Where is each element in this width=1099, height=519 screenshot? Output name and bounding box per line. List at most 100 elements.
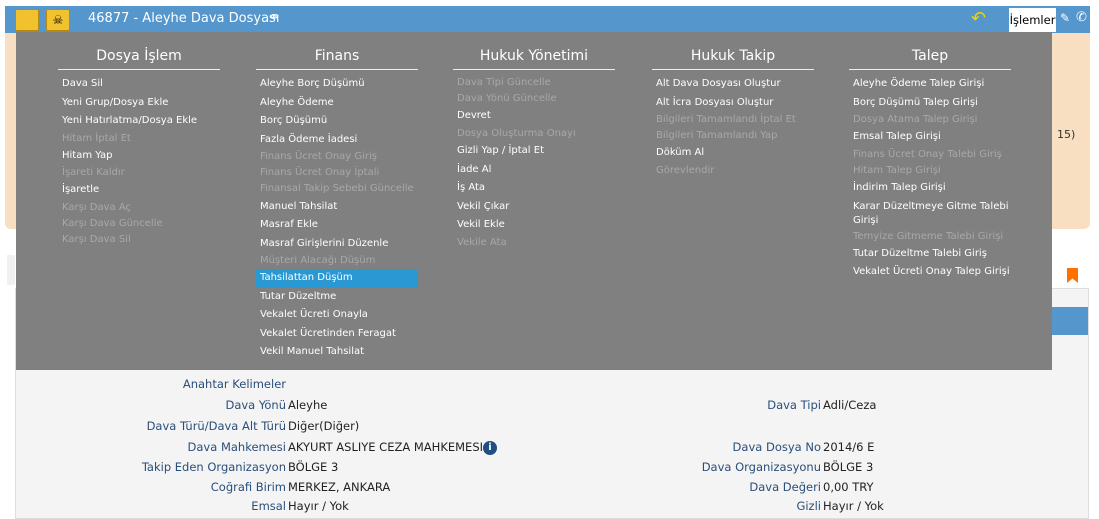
menu-item[interactable]: Masraf Girişlerini Düzenle	[256, 235, 418, 254]
menu-item: Hitam Talep Girişi	[853, 164, 941, 176]
menu-item[interactable]: Masraf Ekle	[256, 216, 418, 235]
menu-item: Dosya Oluşturma Onayı	[457, 127, 576, 139]
menu-item: Bilgileri Tamamlandı İptal Et	[656, 114, 796, 125]
back-arrow-icon[interactable]: ↶	[971, 8, 986, 29]
menu-item: Dosya Atama Talep Girişi	[853, 114, 978, 125]
menu-column-title: Talep	[849, 32, 1011, 70]
detail-field: Dava Tipi Adli/Ceza	[523, 398, 876, 412]
field-label: Takip Eden Organizasyon	[141, 460, 286, 474]
menu-item[interactable]: Fazla Ödeme İadesi	[256, 131, 418, 150]
menu-item[interactable]: Vekalet Ücretinden Feragat	[256, 325, 418, 344]
menu-column-title: Hukuk Yönetimi	[453, 32, 615, 70]
folder-icon[interactable]	[15, 9, 39, 31]
field-label: Dava Yönü	[225, 398, 286, 412]
field-value: Aleyhe	[288, 398, 328, 412]
menu-item[interactable]: Karar Düzeltmeye Gitme Talebi Girişi	[849, 198, 1011, 229]
menu-item[interactable]: İş Ata	[453, 179, 615, 198]
menu-column: Dosya İşlem Dava Sil Yeni Grup/Dosya Ekle Y…	[58, 32, 220, 248]
menu-item[interactable]: Aleyhe Ödeme	[256, 94, 418, 113]
menu-item[interactable]: İşaretle	[58, 181, 220, 200]
menu-item[interactable]: Vekil Manuel Tahsilat	[256, 343, 418, 362]
menu-item[interactable]: Vekil Ekle	[453, 216, 615, 235]
menu-item[interactable]: Vekalet Ücreti Onay Talep Girişi	[849, 263, 1011, 282]
menu-item[interactable]: Emsal Talep Girişi	[849, 128, 1011, 147]
menu-item: Vekile Ata	[457, 236, 507, 248]
menu-item: Hitam İptal Et	[62, 132, 131, 144]
menu-item: Temyize Gitmeme Talebi Girişi	[853, 230, 1004, 242]
detail-field: Dava Yönü Aleyhe	[0, 398, 327, 412]
summary-fragment: 15)	[1057, 128, 1076, 141]
menu-item[interactable]: Tutar Düzeltme Talebi Giriş	[849, 245, 1011, 264]
menu-item[interactable]: Borç Düşümü Talep Girişi	[849, 94, 1011, 113]
field-label: Dava Mahkemesi	[187, 440, 286, 454]
field-label: Emsal	[251, 499, 286, 513]
actions-dropdown-menu: Dosya İşlem Dava Sil Yeni Grup/Dosya Ekle Y…	[16, 32, 1052, 370]
phone-icon[interactable]: ✆	[1076, 10, 1087, 25]
menu-item[interactable]: Döküm Al	[652, 144, 814, 163]
menu-item: Karşı Dava Güncelle	[62, 218, 163, 230]
menu-item[interactable]: Aleyhe Borç Düşümü	[256, 75, 418, 94]
file-header: ☠ 46877 - Aleyhe Dava Dosyası ⚭ ↶ İşleml…	[5, 6, 1090, 33]
menu-item: Müşteri Alacağı Düşüm	[260, 255, 376, 267]
field-label: Dava Dosya No	[732, 440, 821, 454]
actions-menu-button[interactable]: İşlemler	[1009, 8, 1056, 32]
menu-item: Bilgileri Tamamlandı Yap	[656, 130, 778, 142]
menu-item[interactable]: İade Al	[453, 161, 615, 180]
menu-item: Finansal Takip Sebebi Güncelle	[260, 183, 414, 195]
detail-field: Dava Mahkemesi AKYURT ASLIYE CEZA MAHKEME…	[0, 440, 498, 455]
field-label: Dava Türü/Dava Alt Türü	[146, 419, 286, 433]
detail-field: Dava Değeri 0,00 TRY	[523, 480, 874, 494]
skull-folder-icon[interactable]: ☠	[46, 9, 70, 31]
field-value: Hayır / Yok	[288, 499, 349, 513]
menu-item[interactable]: Yeni Grup/Dosya Ekle	[58, 94, 220, 113]
detail-field: Coğrafi Birim MERKEZ, ANKARA	[0, 480, 391, 494]
menu-item[interactable]: Tahsilattan Düşüm	[256, 269, 418, 288]
field-value: 2014/6 E	[823, 440, 875, 454]
menu-item[interactable]: Manuel Tahsilat	[256, 198, 418, 217]
menu-item[interactable]: Borç Düşümü	[256, 112, 418, 131]
detail-field: Dava Dosya No 2014/6 E	[523, 440, 875, 454]
menu-item[interactable]: İndirim Talep Girişi	[849, 179, 1011, 198]
field-label: Dava Tipi	[767, 398, 821, 412]
menu-column: Finans Aleyhe Borç Düşümü Aleyhe Ödeme Borç…	[256, 32, 418, 362]
menu-item[interactable]: Alt İcra Dosyası Oluştur	[652, 94, 814, 113]
field-value: BÖLGE 3	[288, 460, 339, 474]
menu-item[interactable]: Dava Sil	[58, 75, 220, 94]
menu-item: Karşı Dava Aç	[62, 201, 132, 213]
menu-column-title: Finans	[256, 32, 418, 70]
menu-column: Talep Aleyhe Ödeme Talep Girişi Borç Düşüm…	[849, 32, 1011, 282]
menu-item[interactable]: Alt Dava Dosyası Oluştur	[652, 75, 814, 94]
menu-item: İşareti Kaldır	[62, 167, 125, 179]
menu-column-title: Dosya İşlem	[58, 32, 220, 70]
field-label: Gizli	[796, 499, 821, 513]
menu-item: Dava Tipi Güncelle	[457, 77, 551, 88]
info-icon[interactable]: i	[483, 440, 498, 455]
field-value: Adli/Ceza	[823, 398, 877, 412]
link-icon[interactable]: ⚭	[269, 10, 280, 25]
menu-item: Karşı Dava Sil	[62, 234, 131, 246]
edit-icon[interactable]: ✎	[1060, 11, 1070, 25]
menu-item[interactable]: Devret	[453, 107, 615, 126]
field-value: Diğer(Diğer)	[288, 419, 360, 433]
field-value: 0,00 TRY	[823, 480, 874, 494]
bookmark-icon[interactable]	[1067, 268, 1078, 283]
menu-item: Finans Ücret Onay İptali	[260, 167, 380, 179]
menu-column: Hukuk Yönetimi Dava Tipi Güncelle Dava Yön…	[453, 32, 615, 251]
field-value: Hayır / Yok	[823, 499, 884, 513]
tab-stub[interactable]	[7, 255, 15, 285]
menu-item[interactable]: Gizli Yap / İptal Et	[453, 142, 615, 161]
field-label: Dava Değeri	[749, 480, 821, 494]
menu-item[interactable]: Hitam Yap	[58, 147, 220, 166]
menu-item[interactable]: Vekil Çıkar	[453, 198, 615, 217]
detail-field: Dava Organizasyonu BÖLGE 3	[523, 460, 874, 474]
menu-item[interactable]: Yeni Hatırlatma/Dosya Ekle	[58, 112, 220, 131]
menu-item[interactable]: Vekalet Ücreti Onayla	[256, 306, 418, 325]
menu-column-title: Hukuk Takip	[652, 32, 814, 70]
menu-item[interactable]: Aleyhe Ödeme Talep Girişi	[849, 75, 1011, 94]
page-title: 46877 - Aleyhe Dava Dosyası	[88, 11, 280, 26]
field-label: Anahtar Kelimeler	[182, 377, 286, 391]
menu-item: Finans Ücret Onay Giriş	[260, 151, 378, 162]
menu-item: Finans Ücret Onay Talebi Giriş	[853, 148, 1002, 160]
menu-item[interactable]: Tutar Düzeltme	[256, 288, 418, 307]
detail-field: Gizli Hayır / Yok	[523, 499, 884, 513]
